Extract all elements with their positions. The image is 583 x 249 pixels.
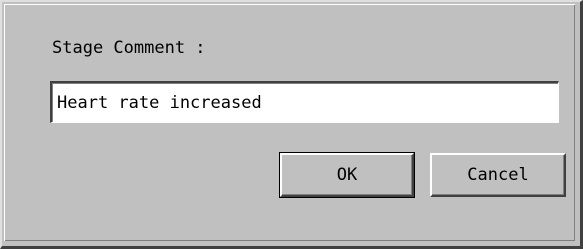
stage-comment-dialog: Stage Comment : OK Cancel [0, 0, 583, 249]
cancel-button[interactable]: Cancel [430, 153, 566, 197]
stage-comment-label: Stage Comment : [52, 38, 206, 58]
stage-comment-input[interactable] [50, 81, 559, 123]
ok-button[interactable]: OK [279, 152, 415, 198]
